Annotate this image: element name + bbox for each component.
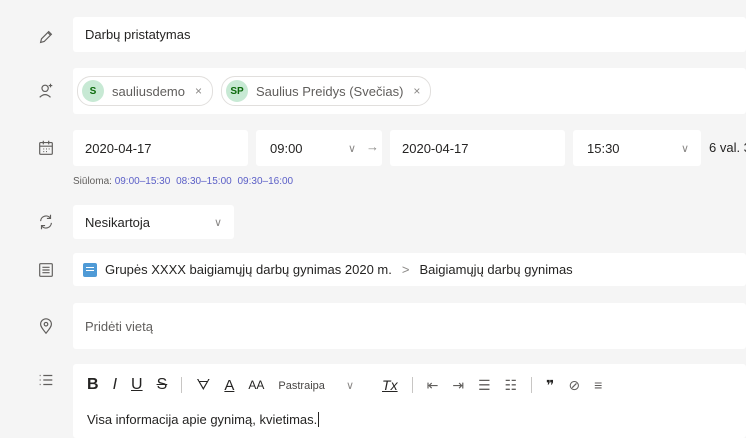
title-field[interactable]: Darbų pristatymas xyxy=(73,17,746,52)
bold-button[interactable]: B xyxy=(87,376,99,394)
start-time-select[interactable]: 09:00 ∨ xyxy=(256,130,382,166)
suggested-times: Siūloma: 09:00–15:30 08:30–15:00 09:30–1… xyxy=(73,176,296,187)
underline-button[interactable]: U xyxy=(131,376,143,394)
pencil-icon xyxy=(36,27,56,47)
highlight-icon[interactable]: ᗊ xyxy=(196,377,210,394)
arrow-icon: → xyxy=(366,139,379,154)
toolbar-divider xyxy=(531,377,533,393)
attendees-field[interactable]: S sauliusdemo × SP Saulius Preidys (Sveč… xyxy=(73,68,746,114)
repeat-select[interactable]: Nesikartoja ∨ xyxy=(73,205,234,239)
paragraph-select[interactable]: Pastraipa ∨ xyxy=(278,379,368,392)
start-time: 09:00 xyxy=(270,140,303,156)
bullet-list-icon[interactable]: ☰ xyxy=(478,377,491,394)
avatar: S xyxy=(82,80,104,102)
repeat-icon xyxy=(36,212,56,232)
attendee-name: Saulius Preidys (Svečias) xyxy=(256,83,404,99)
chevron-down-icon: ∨ xyxy=(347,142,356,155)
chevron-down-icon: ∨ xyxy=(680,142,689,155)
toolbar-divider xyxy=(411,377,413,393)
remove-attendee-icon[interactable]: × xyxy=(413,84,420,98)
paragraph-label: Pastraipa xyxy=(278,379,325,392)
attendee-chip[interactable]: SP Saulius Preidys (Svečias) × xyxy=(221,76,432,106)
location-field[interactable]: Pridėti vietą xyxy=(73,303,746,349)
suggestion-link[interactable]: 08:30–15:00 xyxy=(176,176,232,187)
breadcrumb-separator: > xyxy=(401,262,410,277)
location-placeholder: Pridėti vietą xyxy=(85,318,153,334)
avatar: SP xyxy=(226,80,249,102)
quote-button[interactable]: ❞ xyxy=(546,377,554,394)
add-person-icon xyxy=(36,81,56,101)
suggestion-label: Siūloma: xyxy=(73,176,112,187)
end-time: 15:30 xyxy=(587,140,620,156)
attendee-name: sauliusdemo xyxy=(112,83,185,99)
suggestion-link[interactable]: 09:00–15:30 xyxy=(115,176,171,187)
channel-field[interactable]: Grupės XXXX baigiamųjų darbų gynimas 202… xyxy=(73,253,746,286)
font-size-button[interactable]: AA xyxy=(248,378,264,392)
strikethrough-button[interactable]: S xyxy=(157,376,168,394)
details-icon xyxy=(36,370,56,390)
channel-name: Baigiamųjų darbų gynimas xyxy=(419,262,573,277)
suggestion-link[interactable]: 09:30–16:00 xyxy=(238,176,294,187)
start-date-field[interactable]: 2020-04-17 xyxy=(73,130,248,166)
link-icon[interactable]: ⊘ xyxy=(568,377,580,394)
end-time-select[interactable]: 15:30 ∨ xyxy=(573,130,701,166)
formatting-toolbar: B I U S ᗊ A AA Pastraipa ∨ Tx ⇤ ⇥ ☰ ☷ ❞ … xyxy=(87,372,616,398)
align-icon[interactable]: ≡ xyxy=(594,377,602,393)
start-date: 2020-04-17 xyxy=(85,140,152,156)
editor[interactable]: B I U S ᗊ A AA Pastraipa ∨ Tx ⇤ ⇥ ☰ ☷ ❞ … xyxy=(73,364,746,438)
end-date: 2020-04-17 xyxy=(402,140,469,156)
chevron-down-icon: ∨ xyxy=(345,379,355,392)
title-value: Darbų pristatymas xyxy=(85,27,191,42)
chevron-down-icon: ∨ xyxy=(213,216,222,229)
numbered-list-icon[interactable]: ☷ xyxy=(505,377,518,394)
calendar-icon xyxy=(36,138,56,158)
duration-label: 6 val. 30 m xyxy=(709,140,746,155)
italic-button[interactable]: I xyxy=(113,376,117,394)
remove-attendee-icon[interactable]: × xyxy=(195,84,202,98)
decrease-indent-icon[interactable]: ⇤ xyxy=(427,377,439,394)
clear-formatting-button[interactable]: Tx xyxy=(382,377,398,393)
increase-indent-icon[interactable]: ⇥ xyxy=(452,377,464,394)
location-icon xyxy=(36,316,56,336)
toolbar-divider xyxy=(181,377,183,393)
channel-icon xyxy=(36,260,56,280)
end-date-field[interactable]: 2020-04-17 xyxy=(390,130,565,166)
attendee-chip[interactable]: S sauliusdemo × xyxy=(77,76,214,106)
font-color-button[interactable]: A xyxy=(224,377,234,394)
repeat-value: Nesikartoja xyxy=(85,214,151,230)
team-icon xyxy=(83,262,97,277)
team-name: Grupės XXXX baigiamųjų darbų gynimas 202… xyxy=(105,262,392,277)
editor-body[interactable]: Visa informacija apie gynimą, kvietimas. xyxy=(87,412,320,427)
